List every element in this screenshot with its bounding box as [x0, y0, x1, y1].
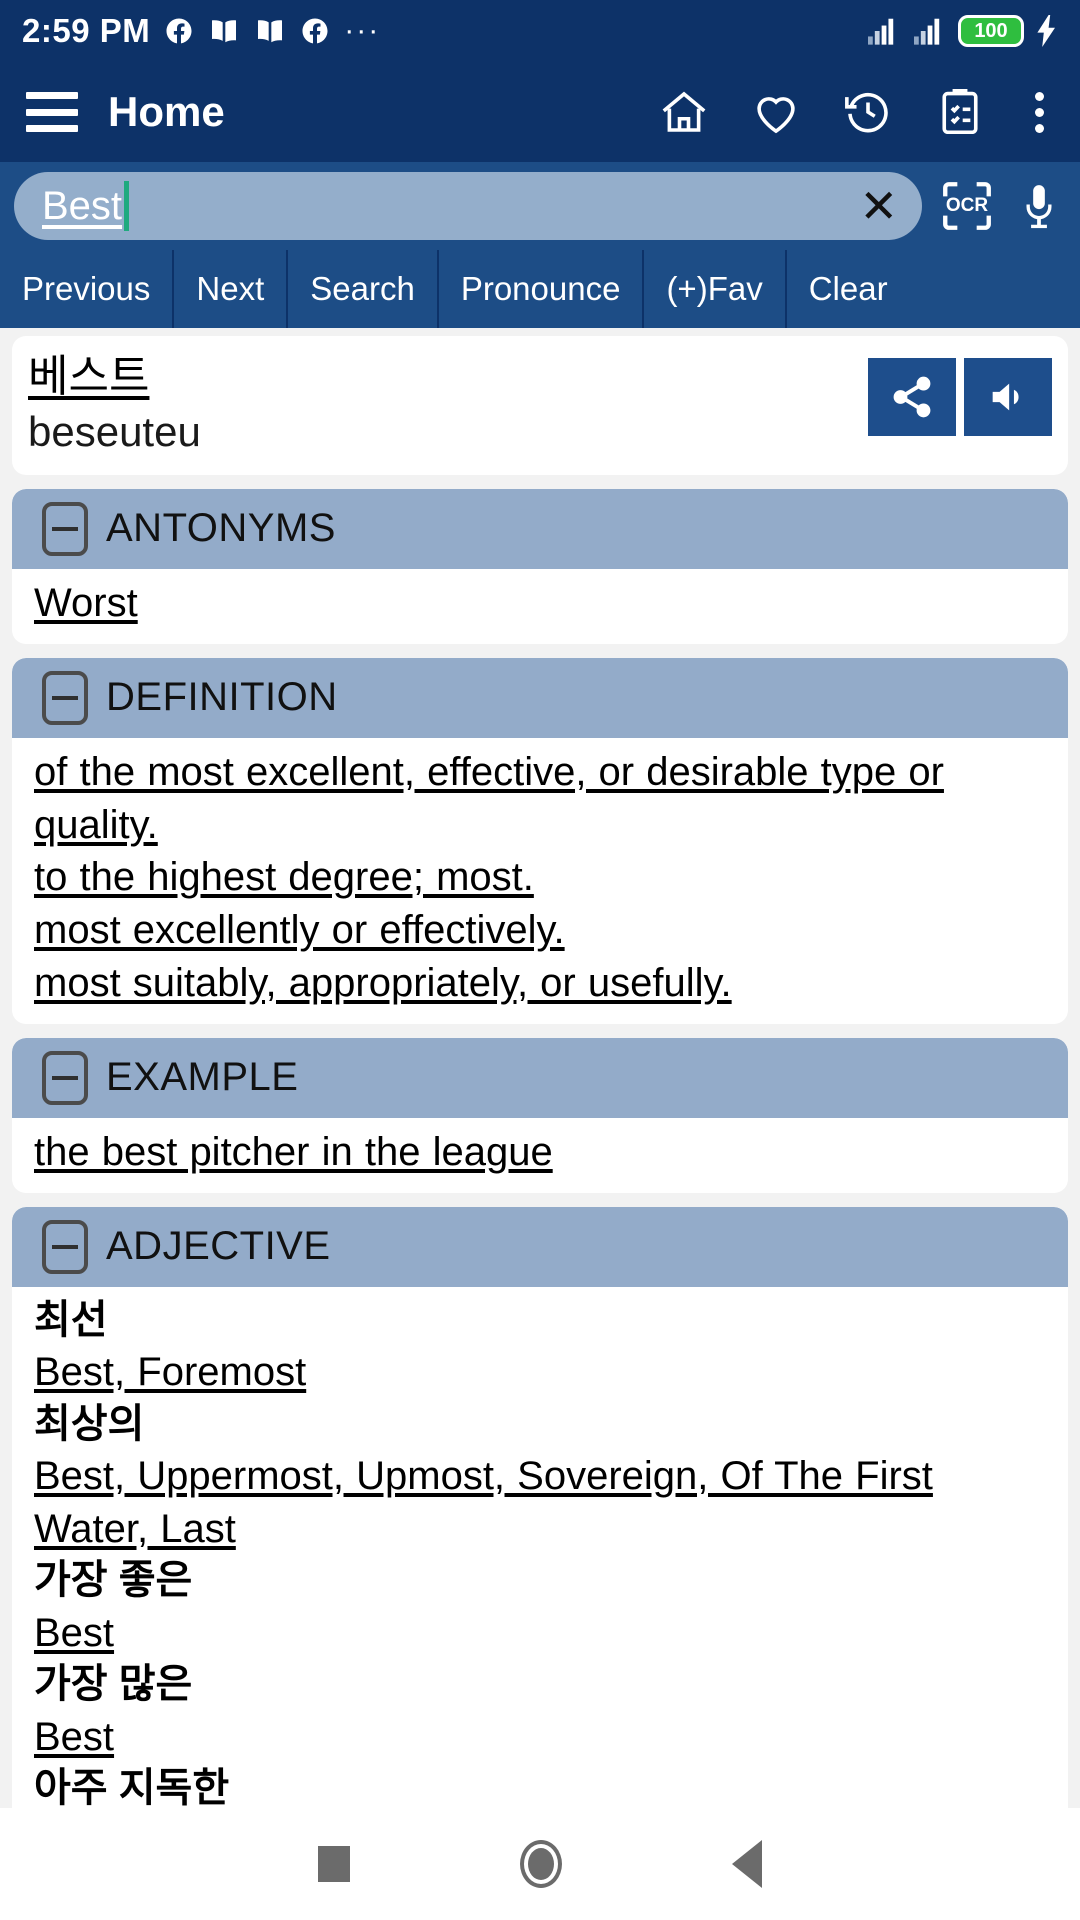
minus-box-icon[interactable] — [42, 670, 88, 725]
app-bar: Home — [0, 62, 1080, 162]
headword-buttons — [868, 358, 1052, 436]
section-antonyms: ANTONYMS Worst — [12, 488, 1068, 644]
clear-search-icon[interactable]: ✕ — [859, 183, 898, 229]
section-definition: DEFINITION of the most excellent, effect… — [12, 657, 1068, 1024]
facebook-icon — [164, 16, 194, 46]
word-link[interactable]: Best — [34, 1715, 114, 1759]
section-header-adjective[interactable]: ADJECTIVE — [12, 1206, 1068, 1287]
status-bar-right: 100 — [866, 15, 1058, 47]
adjective-korean: 아주 지독한 — [34, 1766, 230, 1808]
adjective-english[interactable]: Best, Uppermost, Upmost, Sovereign, Of T… — [34, 1450, 1046, 1556]
example-line[interactable]: the best pitcher in the league — [34, 1126, 1046, 1179]
circle-home-icon[interactable] — [520, 1840, 562, 1888]
share-icon[interactable] — [868, 358, 956, 436]
square-recents-icon[interactable] — [318, 1846, 350, 1882]
section-title: DEFINITION — [106, 675, 338, 720]
definition-text[interactable]: of the most excellent, effective, or des… — [34, 750, 944, 847]
battery-level-label: 100 — [974, 19, 1008, 42]
status-bar-left: 2:59 PM ··· — [22, 12, 380, 50]
text-caret — [124, 181, 130, 231]
more-notifications-icon: ··· — [344, 14, 381, 47]
system-navigation-bar — [0, 1808, 1080, 1920]
adjective-korean: 최상의 — [34, 1401, 145, 1446]
headword-texts: 베스트 beseuteu — [28, 352, 868, 457]
definition-line[interactable]: to the highest degree; most. — [34, 851, 1046, 904]
search-row: Best ✕ OCR — [0, 162, 1080, 250]
word-link[interactable]: Best, Foremost — [34, 1350, 306, 1394]
status-time: 2:59 PM — [22, 12, 151, 49]
minus-box-icon[interactable] — [42, 1050, 88, 1105]
adjective-korean: 최선 — [34, 1297, 108, 1342]
word-link[interactable]: Best, Uppermost, Upmost, Sovereign, Of T… — [34, 1454, 933, 1551]
dictionary-content[interactable]: 베스트 beseuteu ANTONYMS Worst DEFINITION o… — [0, 328, 1080, 1808]
clipboard-icon[interactable] — [933, 85, 987, 139]
definition-line[interactable]: most excellently or effectively. — [34, 904, 1046, 957]
app-bar-actions — [657, 85, 1054, 139]
signal-bars-icon — [912, 16, 946, 46]
section-body-example: the best pitcher in the league — [12, 1117, 1068, 1193]
book-icon — [208, 17, 240, 45]
section-header-antonyms[interactable]: ANTONYMS — [12, 488, 1068, 569]
page-title: Home — [108, 88, 225, 135]
section-title: EXAMPLE — [106, 1055, 299, 1100]
adjective-english[interactable]: Best, Foremost — [34, 1346, 1046, 1399]
search-input-value: Best — [42, 183, 123, 228]
minus-box-icon[interactable] — [42, 501, 88, 556]
section-body-adjective: 최선 Best, Foremost 최상의 Best, Uppermost, U… — [12, 1286, 1068, 1808]
charging-bolt-icon — [1036, 15, 1058, 47]
history-icon[interactable] — [841, 85, 895, 139]
adjective-korean: 가장 좋은 — [34, 1558, 193, 1603]
section-adjective: ADJECTIVE 최선 Best, Foremost 최상의 Best, Up… — [12, 1206, 1068, 1808]
section-body-antonyms: Worst — [12, 568, 1068, 644]
facebook-icon — [300, 16, 330, 46]
signal-bars-icon — [866, 16, 900, 46]
previous-button[interactable]: Previous — [0, 250, 172, 328]
antonym-line[interactable]: Worst — [34, 577, 1046, 630]
adjective-english[interactable]: Best — [34, 1711, 1046, 1764]
hamburger-menu-icon[interactable] — [26, 92, 78, 132]
headword-card: 베스트 beseuteu — [12, 336, 1068, 475]
app-screen: 2:59 PM ··· 100 Home Best ✕ OCR Previous… — [0, 0, 1080, 1920]
ocr-scan-icon[interactable]: OCR — [938, 177, 996, 235]
minus-box-icon[interactable] — [42, 1219, 88, 1274]
definition-text[interactable]: to the highest degree; most. — [34, 855, 534, 899]
section-title: ADJECTIVE — [106, 1224, 331, 1269]
pronounce-button[interactable]: Pronounce — [436, 250, 643, 328]
definition-line[interactable]: of the most excellent, effective, or des… — [34, 746, 1046, 852]
status-bar: 2:59 PM ··· 100 — [0, 0, 1080, 62]
adjective-korean: 가장 많은 — [34, 1662, 193, 1707]
section-body-definition: of the most excellent, effective, or des… — [12, 737, 1068, 1024]
add-favorite-button[interactable]: (+)Fav — [642, 250, 784, 328]
triangle-back-icon[interactable] — [732, 1840, 762, 1888]
definition-line[interactable]: most suitably, appropriately, or usefull… — [34, 957, 1046, 1010]
ocr-label: OCR — [945, 195, 989, 216]
book-icon — [254, 17, 286, 45]
section-example: EXAMPLE the best pitcher in the league — [12, 1037, 1068, 1193]
next-button[interactable]: Next — [172, 250, 286, 328]
adjective-english[interactable]: Best — [34, 1607, 1046, 1660]
word-link[interactable]: Worst — [34, 581, 138, 625]
action-toolbar: Previous Next Search Pronounce (+)Fav Cl… — [0, 250, 1080, 328]
battery-indicator: 100 — [958, 15, 1024, 47]
search-input[interactable]: Best ✕ — [14, 172, 922, 240]
headword-korean[interactable]: 베스트 — [28, 352, 868, 403]
microphone-icon[interactable] — [1012, 177, 1066, 235]
section-title: ANTONYMS — [106, 506, 336, 551]
heart-icon[interactable] — [749, 85, 803, 139]
headword-romanization: beseuteu — [28, 407, 201, 455]
example-text[interactable]: the best pitcher in the league — [34, 1130, 553, 1174]
definition-text[interactable]: most suitably, appropriately, or usefull… — [34, 961, 732, 1005]
section-header-definition[interactable]: DEFINITION — [12, 657, 1068, 738]
clear-button[interactable]: Clear — [784, 250, 910, 328]
overflow-menu-icon[interactable] — [1025, 91, 1054, 133]
search-button[interactable]: Search — [286, 250, 437, 328]
volume-up-icon[interactable] — [964, 358, 1052, 436]
home-icon[interactable] — [657, 85, 711, 139]
word-link[interactable]: Best — [34, 1611, 114, 1655]
section-header-example[interactable]: EXAMPLE — [12, 1037, 1068, 1118]
definition-text[interactable]: most excellently or effectively. — [34, 908, 565, 952]
